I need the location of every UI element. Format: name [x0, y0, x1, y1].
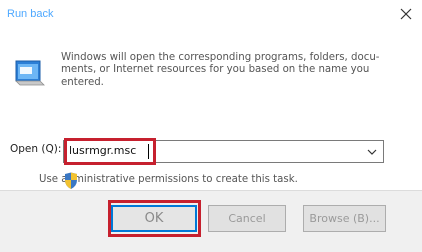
window-title: Run back: [7, 8, 54, 20]
browse-button[interactable]: Browse (B)...: [303, 205, 386, 232]
title-bar: Run back: [0, 0, 422, 30]
open-label: Open (Q):: [10, 143, 62, 155]
command-input[interactable]: [69, 144, 349, 157]
close-icon: [400, 8, 412, 20]
run-icon: [14, 58, 48, 88]
footer-separator: [0, 190, 422, 191]
run-dialog: Run back Windows will open the correspon…: [0, 0, 422, 252]
shield-icon: [63, 172, 79, 190]
text-caret: [148, 144, 149, 159]
description-text: Windows will open the corresponding prog…: [61, 52, 380, 88]
cancel-button[interactable]: Cancel: [208, 205, 286, 232]
dialog-body: Windows will open the corresponding prog…: [0, 30, 422, 190]
chevron-down-icon: [367, 149, 377, 155]
dropdown-button[interactable]: [363, 142, 381, 161]
close-button[interactable]: [396, 4, 416, 24]
ok-button[interactable]: OK: [111, 205, 197, 232]
open-combobox[interactable]: [63, 140, 384, 163]
